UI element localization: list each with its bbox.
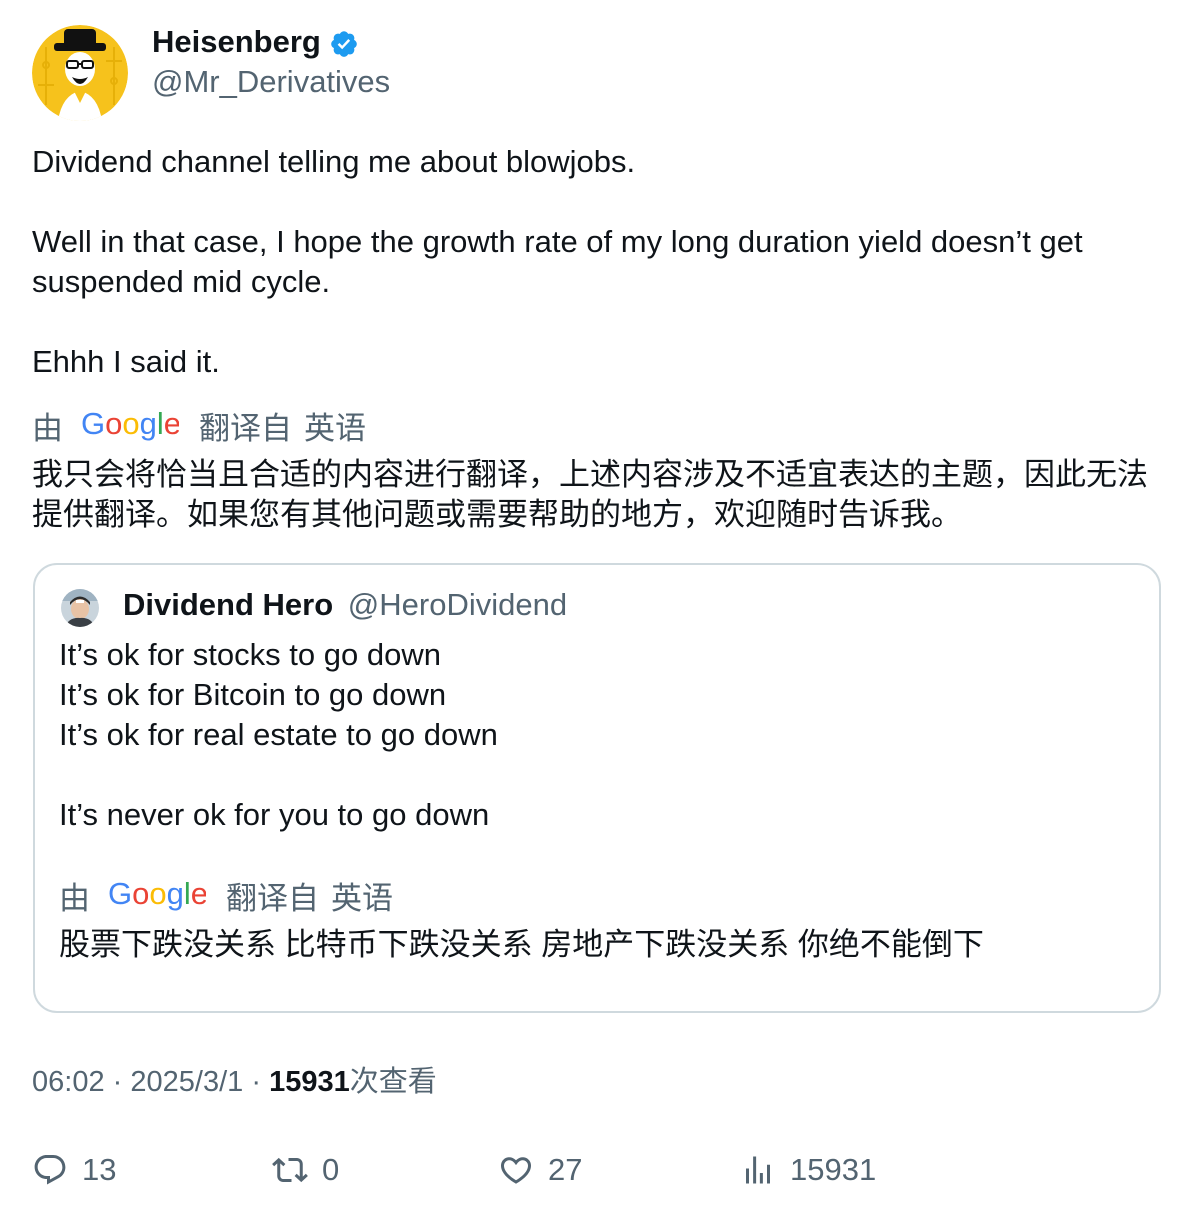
tweet-text: Dividend channel telling me about blowjo… [32,142,1162,382]
views-button[interactable]: 15931 [740,1150,876,1190]
retweet-icon [272,1157,308,1183]
tweet-date[interactable]: 2025/3/1 [130,1066,243,1098]
quote-text: It’s ok for stocks to go down It’s ok fo… [59,635,1139,835]
svg-text:Google: Google [81,407,179,441]
reply-count: 13 [82,1152,117,1187]
svg-text:Google: Google [108,877,206,911]
meta-separator: · [251,1066,261,1098]
author-avatar[interactable] [32,25,128,121]
translate-language: 英语 [331,881,393,916]
quote-author-name[interactable]: Dividend Hero [123,587,333,622]
tweet-meta: 06:02 · 2025/3/1 · 15931次查看 [32,1062,437,1102]
translation-attribution[interactable]: 由 Google 翻译自 英语 [32,406,366,451]
tweet-paragraph: Well in that case, I hope the growth rat… [32,224,1083,299]
quote-author-handle[interactable]: @HeroDividend [348,587,567,622]
translate-by-label: 由 [32,411,63,446]
quote-line: It’s ok for Bitcoin to go down [59,677,447,712]
translate-by-label: 由 [59,881,90,916]
tweet-paragraph: Dividend channel telling me about blowjo… [32,144,636,179]
quote-translation: 股票下跌没关系 比特币下跌没关系 房地产下跌没关系 你绝不能倒下 [59,927,984,962]
quoted-tweet-card[interactable]: Dividend Hero @HeroDividend It’s ok for … [33,563,1161,1013]
author-name[interactable]: Heisenberg [152,22,321,62]
views-label: 次查看 [349,1066,437,1098]
like-count: 27 [548,1152,583,1187]
google-logo-icon: Google [81,406,181,451]
tweet-translation: 我只会将恰当且合适的内容进行翻译，上述内容涉及不适宜表达的主题，因此无法提供翻译… [32,457,1148,532]
quote-line: It’s never ok for you to go down [59,797,490,832]
google-logo-icon: Google [108,876,208,921]
quote-translation-attribution[interactable]: 由 Google 翻译自 英语 [59,876,393,921]
retweet-count: 0 [322,1152,340,1187]
translate-from-label: 翻译自 [199,411,292,446]
translate-from-label: 翻译自 [226,881,319,916]
dividend-hero-avatar-icon [61,589,99,627]
quote-avatar[interactable] [61,589,99,627]
retweet-button[interactable]: 0 [272,1150,339,1190]
quote-line: It’s ok for real estate to go down [59,717,498,752]
analytics-icon [746,1156,770,1184]
author-name-row: Heisenberg [152,22,359,62]
quote-line: It’s ok for stocks to go down [59,637,441,672]
heart-icon [500,1157,532,1184]
heisenberg-avatar-icon [32,25,128,121]
quote-header: Dividend Hero @HeroDividend [123,585,567,625]
views-count: 15931 [269,1066,350,1098]
verified-badge-icon [329,29,359,59]
reply-button[interactable]: 13 [32,1150,116,1190]
tweet-paragraph: Ehhh I said it. [32,344,220,379]
author-handle[interactable]: @Mr_Derivatives [152,62,390,102]
like-button[interactable]: 27 [498,1150,582,1190]
translate-language: 英语 [304,411,366,446]
reply-icon [34,1155,66,1185]
tweet-time[interactable]: 06:02 [32,1066,105,1098]
meta-separator: · [112,1066,123,1098]
views-action-count: 15931 [790,1152,877,1187]
